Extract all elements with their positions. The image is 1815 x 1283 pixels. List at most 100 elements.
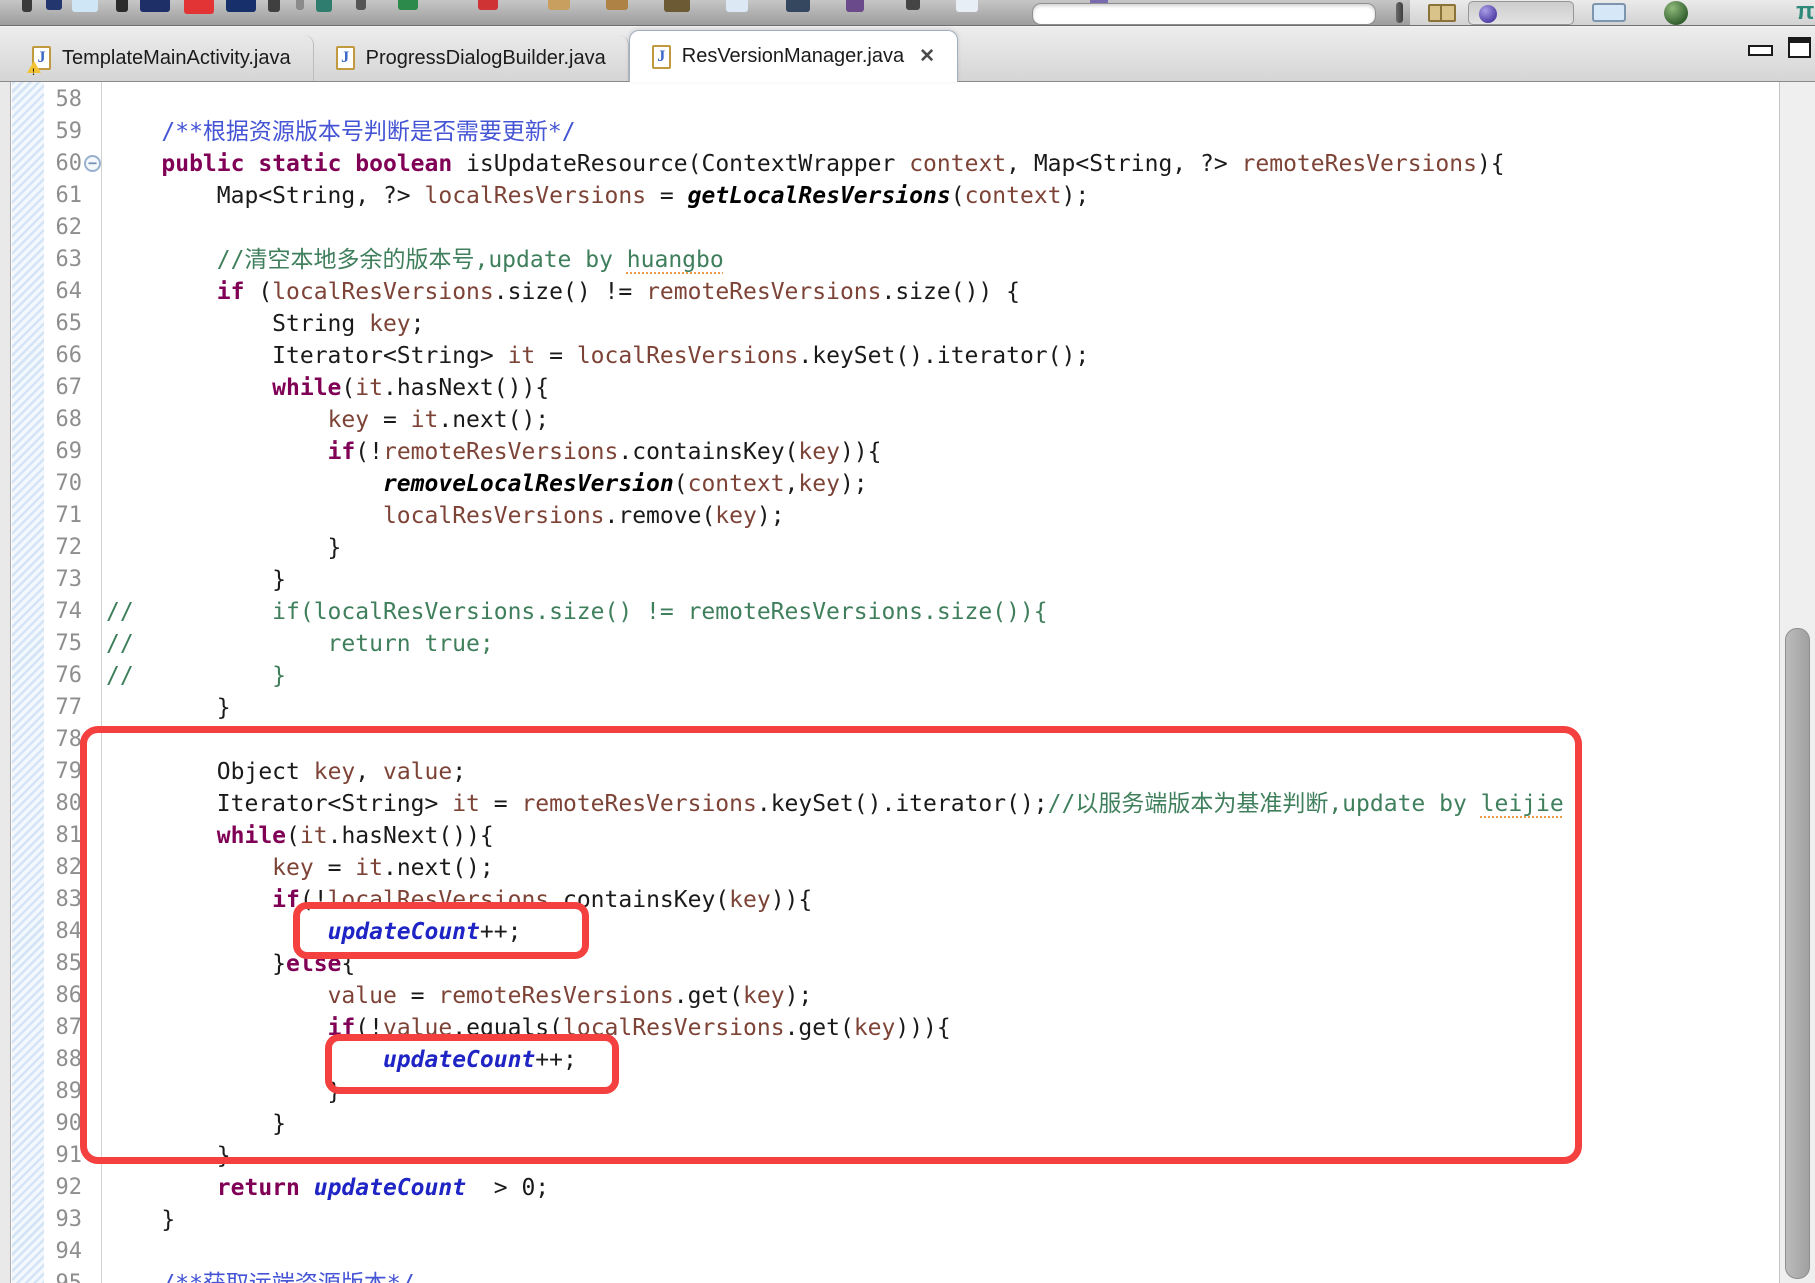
code-line-58[interactable]: [106, 84, 1775, 116]
toolbar-icon-6[interactable]: [184, 0, 214, 14]
code-line-68[interactable]: key = it.next();: [106, 404, 1775, 436]
editor-tab-templatemainactivity-java[interactable]: JTemplateMainActivity.java: [10, 35, 314, 81]
line-number[interactable]: 65: [44, 308, 82, 340]
code-area[interactable]: /**根据资源版本号判断是否需要更新*/ public static boole…: [106, 84, 1775, 1283]
editor-tab-resversionmanager-java[interactable]: JResVersionManager.java✕: [629, 30, 958, 82]
code-line-90[interactable]: }: [106, 1108, 1775, 1140]
line-number[interactable]: 83: [44, 884, 82, 916]
line-number[interactable]: 70: [44, 468, 82, 500]
line-number[interactable]: 69: [44, 436, 82, 468]
code-line-93[interactable]: }: [106, 1204, 1775, 1236]
line-number[interactable]: 63: [44, 244, 82, 276]
code-line-75[interactable]: // return true;: [106, 628, 1775, 660]
line-number[interactable]: 80: [44, 788, 82, 820]
toolbar-search-field[interactable]: [1032, 3, 1376, 25]
toolbar-divider-handle[interactable]: [1396, 2, 1403, 23]
globe-icon[interactable]: [1664, 1, 1688, 25]
toolbar-icon-19[interactable]: [846, 0, 864, 12]
code-line-94[interactable]: [106, 1236, 1775, 1268]
toolbar-icon-21[interactable]: [956, 0, 978, 12]
line-number[interactable]: 77: [44, 692, 82, 724]
toolbar-icon-18[interactable]: [786, 0, 810, 12]
code-line-78[interactable]: [106, 724, 1775, 756]
line-number[interactable]: 58: [44, 84, 82, 116]
code-line-65[interactable]: String key;: [106, 308, 1775, 340]
code-line-92[interactable]: return updateCount > 0;: [106, 1172, 1775, 1204]
line-number[interactable]: 73: [44, 564, 82, 596]
line-number[interactable]: 82: [44, 852, 82, 884]
line-number[interactable]: 72: [44, 532, 82, 564]
toolbar-icon-5[interactable]: [140, 0, 170, 12]
maximize-view-icon[interactable]: [1788, 37, 1811, 58]
line-number[interactable]: 75: [44, 628, 82, 660]
toolbar-icon-8[interactable]: [268, 0, 280, 12]
line-number[interactable]: 59: [44, 116, 82, 148]
line-number[interactable]: 60: [44, 148, 82, 180]
code-line-61[interactable]: Map<String, ?> localResVersions = getLoc…: [106, 180, 1775, 212]
code-editor[interactable]: 5859606162636465666768697071727374757677…: [0, 82, 1815, 1283]
code-line-60[interactable]: public static boolean isUpdateResource(C…: [106, 148, 1775, 180]
line-number[interactable]: 89: [44, 1076, 82, 1108]
code-line-79[interactable]: Object key, value;: [106, 756, 1775, 788]
toolbar-icon-13[interactable]: [478, 0, 498, 10]
code-line-88[interactable]: updateCount++;: [106, 1044, 1775, 1076]
close-tab-icon[interactable]: ✕: [919, 45, 935, 68]
toolbar-icon-2[interactable]: [46, 0, 62, 10]
toolbar-icon-1[interactable]: [22, 0, 32, 12]
toolbar-icon-4[interactable]: [116, 0, 128, 12]
line-number[interactable]: 64: [44, 276, 82, 308]
code-line-80[interactable]: Iterator<String> it = remoteResVersions.…: [106, 788, 1775, 820]
line-number[interactable]: 87: [44, 1012, 82, 1044]
line-number[interactable]: 79: [44, 756, 82, 788]
line-number[interactable]: 81: [44, 820, 82, 852]
line-number[interactable]: 71: [44, 500, 82, 532]
code-line-95[interactable]: /**获取远端资源版本*/: [106, 1268, 1775, 1283]
vertical-scrollbar-thumb[interactable]: [1785, 628, 1810, 1279]
code-line-82[interactable]: key = it.next();: [106, 852, 1775, 884]
code-line-72[interactable]: }: [106, 532, 1775, 564]
minimize-view-icon[interactable]: [1748, 45, 1773, 56]
code-line-62[interactable]: [106, 212, 1775, 244]
toolbar-icon-17[interactable]: [726, 0, 748, 12]
fold-collapse-icon[interactable]: −: [84, 155, 101, 172]
line-number[interactable]: 67: [44, 372, 82, 404]
keyboard-icon[interactable]: [1592, 3, 1626, 22]
toolbar-icon-10[interactable]: [316, 0, 332, 12]
code-line-84[interactable]: updateCount++;: [106, 916, 1775, 948]
toolbar-icon-16[interactable]: [664, 0, 690, 12]
line-number[interactable]: 90: [44, 1108, 82, 1140]
code-line-74[interactable]: // if(localResVersions.size() != remoteR…: [106, 596, 1775, 628]
code-line-85[interactable]: }else{: [106, 948, 1775, 980]
toolbar-icon-9[interactable]: [296, 0, 304, 10]
line-number-ruler[interactable]: 5859606162636465666768697071727374757677…: [44, 84, 82, 1283]
annotation-ruler[interactable]: [0, 82, 11, 1283]
code-line-91[interactable]: }: [106, 1140, 1775, 1172]
book-icon[interactable]: [1428, 4, 1456, 22]
toolbar-icon-15[interactable]: [606, 0, 628, 10]
line-number[interactable]: 84: [44, 916, 82, 948]
vertical-scrollbar[interactable]: [1779, 82, 1815, 1283]
line-number[interactable]: 88: [44, 1044, 82, 1076]
toolbar-icon-14[interactable]: [548, 0, 570, 10]
code-line-77[interactable]: }: [106, 692, 1775, 724]
code-line-89[interactable]: }: [106, 1076, 1775, 1108]
line-number[interactable]: 85: [44, 948, 82, 980]
line-number[interactable]: 95: [44, 1268, 82, 1283]
toolbar-icon-12[interactable]: [398, 0, 418, 10]
line-number[interactable]: 94: [44, 1236, 82, 1268]
toolbar-icon-11[interactable]: [356, 0, 366, 10]
toolbar-icon-3[interactable]: [72, 0, 98, 12]
code-line-71[interactable]: localResVersions.remove(key);: [106, 500, 1775, 532]
line-number[interactable]: 62: [44, 212, 82, 244]
toolbar-icon-7[interactable]: [226, 0, 256, 12]
editor-tab-progressdialogbuilder-java[interactable]: JProgressDialogBuilder.java: [314, 35, 629, 81]
code-line-67[interactable]: while(it.hasNext()){: [106, 372, 1775, 404]
line-number[interactable]: 76: [44, 660, 82, 692]
code-line-81[interactable]: while(it.hasNext()){: [106, 820, 1775, 852]
line-number[interactable]: 93: [44, 1204, 82, 1236]
code-line-86[interactable]: value = remoteResVersions.get(key);: [106, 980, 1775, 1012]
line-number[interactable]: 92: [44, 1172, 82, 1204]
code-line-70[interactable]: removeLocalResVersion(context,key);: [106, 468, 1775, 500]
line-number[interactable]: 91: [44, 1140, 82, 1172]
code-line-63[interactable]: //清空本地多余的版本号,update by huangbo: [106, 244, 1775, 276]
